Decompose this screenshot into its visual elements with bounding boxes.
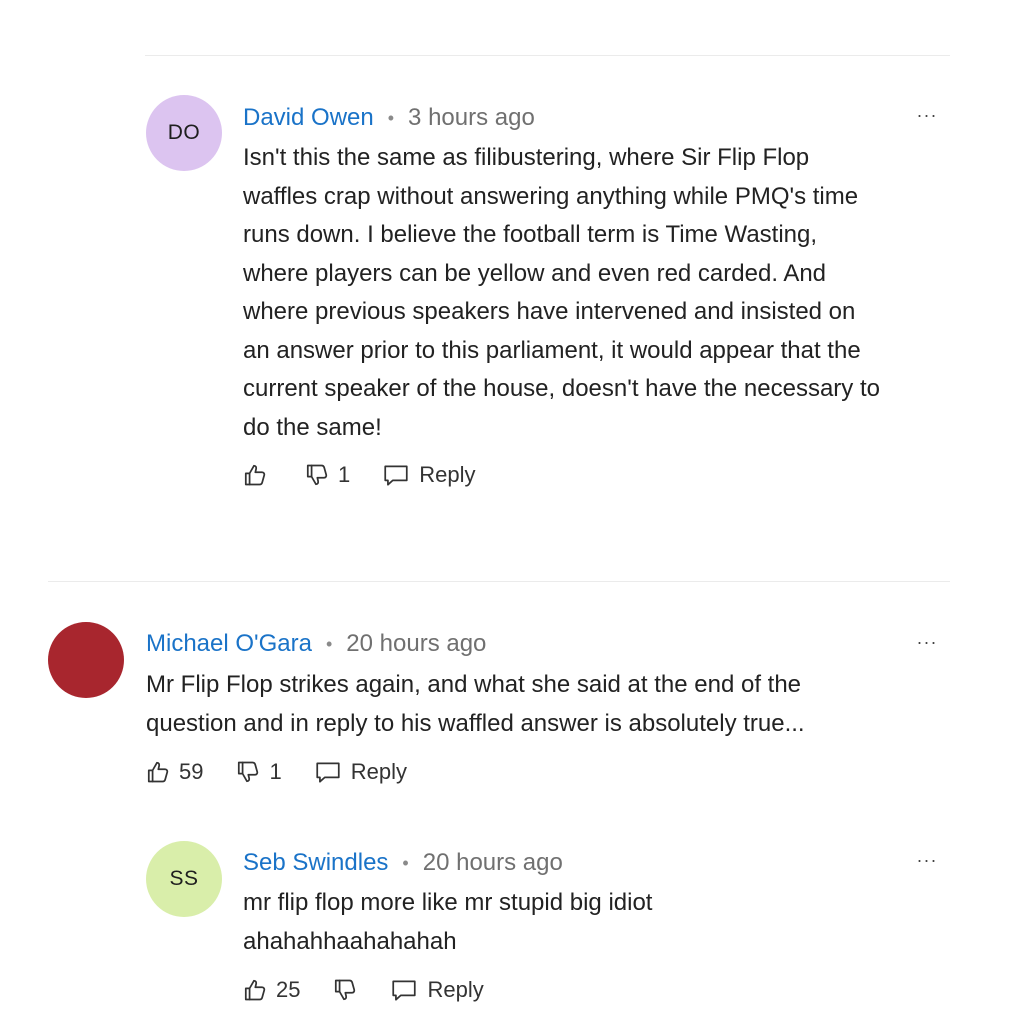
reply-label: Reply xyxy=(419,462,476,487)
comment-line: question and in reply to his waffled ans… xyxy=(146,709,805,737)
meta-separator: • xyxy=(402,852,409,873)
comment-body: Isn't this the same as filibustering, wh… xyxy=(243,139,983,447)
dislike-count: 1 xyxy=(269,759,282,784)
author-name[interactable]: David Owen xyxy=(243,104,374,132)
comment-line: waffles crap without answering anything … xyxy=(243,182,859,210)
thumbs-up-icon xyxy=(147,761,169,783)
comment-line: Isn't this the same as filibustering, wh… xyxy=(243,144,810,171)
avatar-initials: DO xyxy=(167,121,201,144)
comment-line: runs down. I believe the football term i… xyxy=(243,221,818,248)
timestamp: 20 hours ago xyxy=(422,849,563,876)
avatar[interactable]: DO xyxy=(146,95,222,171)
dislike-count: 1 xyxy=(338,462,351,487)
reply-button[interactable]: Reply xyxy=(390,977,484,1003)
comment-actions: 25 Reply xyxy=(242,975,484,1005)
speech-bubble-icon xyxy=(392,980,417,1001)
comment-meta: David Owen • 3 hours ago xyxy=(243,101,535,135)
avatar-initials: SS xyxy=(169,867,199,890)
comment-line: an answer prior to this parliament, it w… xyxy=(243,336,861,364)
reply-label: Reply xyxy=(350,759,407,784)
like-count: 25 xyxy=(276,977,301,1002)
comment-line: mr flip flop more like mr stupid big idi… xyxy=(243,889,653,916)
like-count: 59 xyxy=(179,759,204,784)
thumbs-up-icon xyxy=(244,464,266,486)
dislike-button[interactable]: 1 xyxy=(235,758,282,786)
thumbs-down-icon xyxy=(238,761,259,783)
reply-label: Reply xyxy=(427,977,484,1002)
comment-body: Mr Flip Flop strikes again, and what she… xyxy=(146,666,966,743)
comment-line: Mr Flip Flop strikes again, and what she… xyxy=(146,671,802,698)
like-button[interactable]: 25 xyxy=(242,976,300,1004)
like-button[interactable]: 59 xyxy=(145,758,203,786)
author-name[interactable]: Seb Swindles xyxy=(243,849,388,877)
divider-top xyxy=(145,55,950,56)
reply-button[interactable]: Reply xyxy=(314,759,407,785)
dislike-button[interactable]: 1 xyxy=(304,461,350,489)
comment-actions: 1 Reply xyxy=(242,460,476,490)
more-options-icon[interactable]: ··· xyxy=(914,632,940,652)
dislike-button[interactable] xyxy=(332,976,358,1004)
comment-line: ahahahhaahahahah xyxy=(243,927,457,955)
timestamp: 20 hours ago xyxy=(346,630,487,657)
divider-thread xyxy=(48,581,950,582)
timestamp: 3 hours ago xyxy=(408,104,535,131)
more-options-icon[interactable]: ··· xyxy=(914,850,940,870)
speech-bubble-icon xyxy=(316,762,340,783)
comment-line: current speaker of the house, doesn't ha… xyxy=(243,375,880,402)
comment-line: where previous speakers have intervened … xyxy=(243,298,856,325)
thumbs-up-icon xyxy=(244,979,266,1001)
comment-actions: 59 1 Reply xyxy=(145,757,407,787)
author-name[interactable]: Michael O'Gara xyxy=(146,630,312,658)
meta-separator: • xyxy=(387,107,395,128)
avatar[interactable] xyxy=(48,622,124,698)
comment-line: where players can be yellow and even red… xyxy=(243,259,827,287)
thumbs-down-icon xyxy=(335,979,356,1001)
speech-bubble-icon xyxy=(384,465,408,486)
more-options-icon[interactable]: ··· xyxy=(914,105,940,125)
avatar[interactable]: SS xyxy=(146,841,222,917)
like-button[interactable] xyxy=(242,461,268,489)
thumbs-down-icon xyxy=(306,464,328,486)
comment-meta: Seb Swindles • 20 hours ago xyxy=(243,846,563,880)
comment-line: do the same! xyxy=(243,413,382,441)
comment-meta: Michael O'Gara • 20 hours ago xyxy=(146,627,486,661)
meta-separator: • xyxy=(325,633,333,654)
reply-button[interactable]: Reply xyxy=(382,462,476,488)
comment-body: mr flip flop more like mr stupid big idi… xyxy=(243,884,963,961)
